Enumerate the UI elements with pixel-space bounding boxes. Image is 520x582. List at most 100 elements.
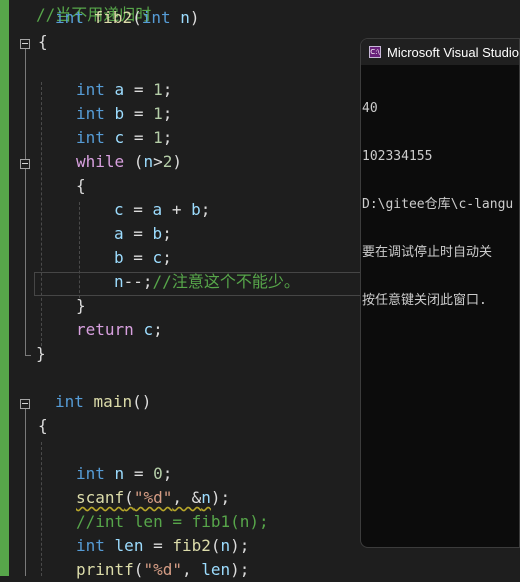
code-token: return <box>76 320 134 339</box>
code-token: ( <box>124 152 144 171</box>
code-token: ); <box>230 536 250 555</box>
code-token: = <box>124 80 154 99</box>
code-token: ( <box>124 488 134 507</box>
code-line[interactable]: a = b; <box>114 222 172 246</box>
collapse-main-icon[interactable] <box>20 399 30 409</box>
code-token: len <box>201 560 231 579</box>
code-line[interactable]: } <box>36 342 46 366</box>
code-line[interactable]: //int len = fib1(n); <box>76 510 269 534</box>
code-token: = <box>124 104 154 123</box>
code-editor[interactable]: //当不用递归时 int fib2(int n){int a = 1; int b … <box>0 0 520 579</box>
console-line: 40 <box>362 101 378 116</box>
code-line[interactable]: n--;//注意这个不能少。 <box>114 270 300 294</box>
code-line[interactable]: b = c; <box>114 246 172 270</box>
console-line: 102334155 <box>362 149 433 164</box>
code-token: ; <box>162 224 172 243</box>
code-token: { <box>38 32 48 51</box>
code-token: //注意这个不能少。 <box>152 272 300 291</box>
code-token: "%d" <box>143 560 182 579</box>
editor-gutter <box>9 0 36 576</box>
code-token: 2 <box>162 152 173 171</box>
code-token: //int len = fib1(n); <box>76 512 269 531</box>
code-token: ( <box>132 8 142 27</box>
console-line: 要在调试停止时自动关 <box>362 245 493 260</box>
code-line[interactable]: int main() <box>55 390 151 414</box>
code-token: { <box>38 416 48 435</box>
code-token: ( <box>210 536 221 555</box>
code-token: 1 <box>153 80 163 99</box>
code-token: int <box>55 8 84 27</box>
code-token: ; <box>162 128 173 147</box>
code-line[interactable]: return c; <box>76 318 163 342</box>
console-title: Microsoft Visual Studio <box>387 44 519 60</box>
code-token: n <box>220 536 231 555</box>
code-token: c <box>114 128 125 147</box>
code-token: int <box>141 8 171 27</box>
console-window[interactable]: C:\ Microsoft Visual Studio 40 102334155… <box>360 38 520 548</box>
console-output: 40 102334155 D:\gitee仓库\c-langu 要在调试停止时自… <box>361 65 519 341</box>
code-line[interactable]: c = a + b; <box>114 198 210 222</box>
code-token: n <box>143 152 154 171</box>
code-token: = <box>124 128 154 147</box>
code-line[interactable]: int c = 1; <box>76 126 172 150</box>
console-titlebar[interactable]: C:\ Microsoft Visual Studio <box>361 39 519 65</box>
fold-range-line <box>25 409 26 576</box>
code-token: fib2 <box>93 8 133 27</box>
code-token: = <box>123 248 153 267</box>
code-token: c <box>143 320 154 339</box>
code-token: "%d" <box>133 488 173 507</box>
fold-range-line <box>25 49 26 355</box>
change-tracking-bar <box>0 0 9 576</box>
code-token: + <box>162 200 192 219</box>
code-token: ; <box>162 464 173 483</box>
code-line[interactable]: int fib2(int n) <box>55 6 200 30</box>
code-token: b <box>191 200 201 219</box>
code-token: } <box>76 296 86 315</box>
code-token: ; <box>153 320 163 339</box>
code-token: printf <box>76 560 134 579</box>
code-token: main <box>93 392 133 411</box>
code-token: > <box>153 152 163 171</box>
code-line[interactable]: } <box>76 294 86 318</box>
code-line[interactable]: int b = 1; <box>76 102 172 126</box>
code-line[interactable]: int n = 0; <box>76 462 172 486</box>
code-token: int <box>76 464 105 483</box>
code-token: b <box>114 248 124 267</box>
collapse-while-icon[interactable] <box>20 159 30 169</box>
code-token: { <box>76 176 86 195</box>
code-token: a <box>114 80 125 99</box>
code-line[interactable]: { <box>38 30 48 54</box>
code-line[interactable]: int len = fib2(n); <box>76 534 249 558</box>
code-token: fib2 <box>172 536 211 555</box>
code-line[interactable]: int a = 1; <box>76 78 172 102</box>
code-token: a <box>114 224 124 243</box>
code-token: len <box>114 536 144 555</box>
code-token: int <box>76 536 105 555</box>
code-token: } <box>36 344 46 363</box>
code-token: c <box>152 248 163 267</box>
code-line[interactable]: { <box>38 414 48 438</box>
code-token: int <box>55 392 84 411</box>
code-token: ; <box>162 104 173 123</box>
code-token: ; <box>162 80 173 99</box>
code-line[interactable]: while (n>2) <box>76 150 182 174</box>
code-token: ); <box>230 560 250 579</box>
fold-range-end <box>25 355 31 356</box>
code-line[interactable]: scanf("%d", &n); <box>76 486 230 510</box>
collapse-fib2-icon[interactable] <box>20 39 30 49</box>
code-token: --; <box>123 272 153 291</box>
code-token: int <box>76 104 105 123</box>
code-token: ; <box>162 248 172 267</box>
code-line[interactable]: { <box>76 174 86 198</box>
vs-console-icon: C:\ <box>369 46 381 58</box>
code-line[interactable]: printf("%d", len); <box>76 558 249 582</box>
console-line: D:\gitee仓库\c-langu <box>362 197 514 212</box>
code-token: ) <box>172 152 182 171</box>
code-token: = <box>123 200 153 219</box>
code-token: = <box>143 536 173 555</box>
